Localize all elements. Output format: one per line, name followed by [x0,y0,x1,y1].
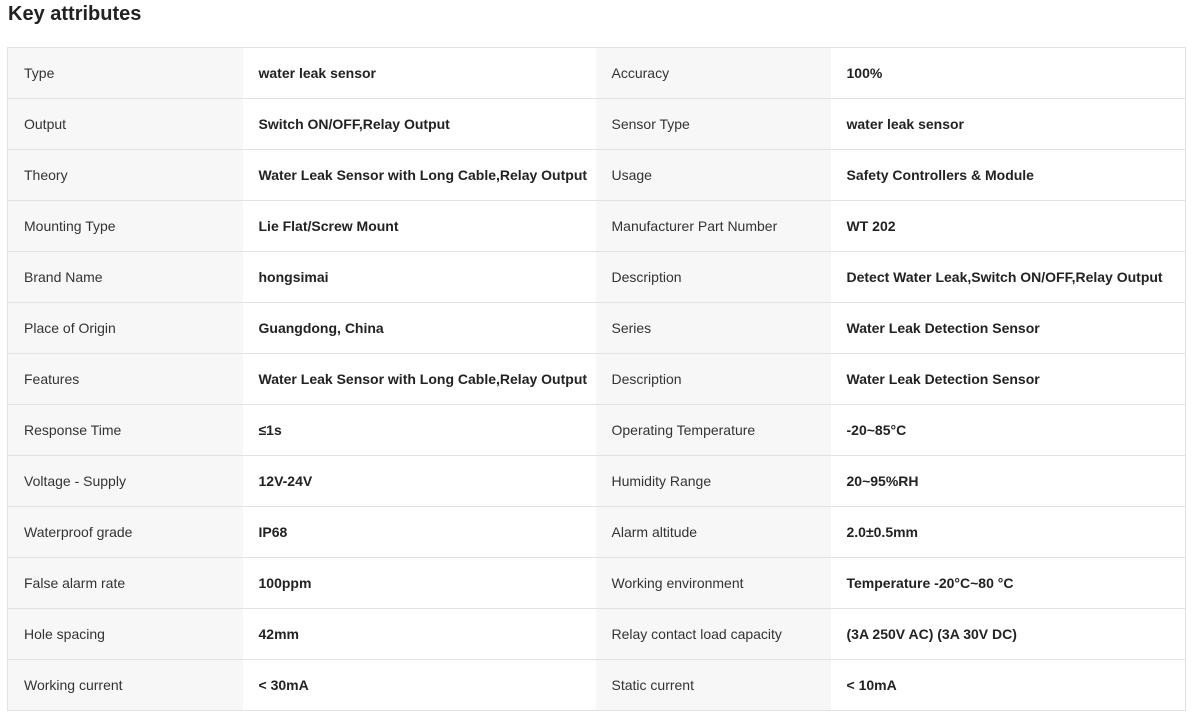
attribute-value: 100ppm [242,557,596,609]
table-row: Voltage - Supply 12V-24V Humidity Range … [7,455,1186,507]
attribute-name: Output [7,98,243,150]
attribute-name: Humidity Range [595,455,831,507]
attribute-name: Features [7,353,243,405]
attribute-value: 12V-24V [242,455,596,507]
attribute-name: Static current [595,659,831,711]
attribute-value: < 10mA [830,659,1186,711]
attribute-value: Water Leak Sensor with Long Cable,Relay … [242,353,596,405]
attribute-value: Guangdong, China [242,302,596,354]
attribute-name: Waterproof grade [7,506,243,558]
attribute-name: Mounting Type [7,200,243,252]
attribute-name: Relay contact load capacity [595,608,831,660]
attribute-name: Type [7,47,243,99]
attribute-name: Sensor Type [595,98,831,150]
table-row: Hole spacing 42mm Relay contact load cap… [7,608,1186,660]
attribute-value: WT 202 [830,200,1186,252]
attribute-name: Theory [7,149,243,201]
attribute-value: hongsimai [242,251,596,303]
attribute-name: Manufacturer Part Number [595,200,831,252]
table-row: Place of Origin Guangdong, China Series … [7,302,1186,354]
attribute-name: Working environment [595,557,831,609]
attribute-value: Switch ON/OFF,Relay Output [242,98,596,150]
attribute-name: False alarm rate [7,557,243,609]
table-row: Features Water Leak Sensor with Long Cab… [7,353,1186,405]
table-row: Output Switch ON/OFF,Relay Output Sensor… [7,98,1186,150]
attribute-value: 2.0±0.5mm [830,506,1186,558]
attribute-value: Temperature -20°C~80 °C [830,557,1186,609]
attribute-name: Operating Temperature [595,404,831,456]
attribute-value: < 30mA [242,659,596,711]
table-row: Type water leak sensor Accuracy 100% [7,47,1186,99]
table-row: Working current < 30mA Static current < … [7,659,1186,711]
table-row: Brand Name hongsimai Description Detect … [7,251,1186,303]
attribute-name: Description [595,353,831,405]
section-title: Key attributes [8,3,142,25]
attribute-name: Series [595,302,831,354]
key-attributes-section: Key attributes Type water leak sensor Ac… [0,0,1193,713]
attribute-value: IP68 [242,506,596,558]
attribute-name: Voltage - Supply [7,455,243,507]
table-row: Theory Water Leak Sensor with Long Cable… [7,149,1186,201]
attributes-table: Type water leak sensor Accuracy 100% Out… [7,47,1186,711]
attribute-value: 20~95%RH [830,455,1186,507]
table-row: False alarm rate 100ppm Working environm… [7,557,1186,609]
table-row: Response Time ≤1s Operating Temperature … [7,404,1186,456]
attribute-name: Brand Name [7,251,243,303]
attribute-value: ≤1s [242,404,596,456]
attribute-name: Description [595,251,831,303]
attribute-value: Lie Flat/Screw Mount [242,200,596,252]
attribute-value: 100% [830,47,1186,99]
attribute-name: Accuracy [595,47,831,99]
attribute-name: Usage [595,149,831,201]
attribute-value: water leak sensor [830,98,1186,150]
attribute-value: Water Leak Detection Sensor [830,353,1186,405]
attribute-name: Place of Origin [7,302,243,354]
attribute-value: -20~85°C [830,404,1186,456]
attribute-value: 42mm [242,608,596,660]
table-row: Waterproof grade IP68 Alarm altitude 2.0… [7,506,1186,558]
attribute-value: (3A 250V AC) (3A 30V DC) [830,608,1186,660]
attribute-value: Safety Controllers & Module [830,149,1186,201]
attribute-name: Working current [7,659,243,711]
attribute-value: Water Leak Sensor with Long Cable,Relay … [242,149,596,201]
attribute-value: Detect Water Leak,Switch ON/OFF,Relay Ou… [830,251,1186,303]
attribute-name: Hole spacing [7,608,243,660]
attribute-value: Water Leak Detection Sensor [830,302,1186,354]
attribute-name: Response Time [7,404,243,456]
attribute-name: Alarm altitude [595,506,831,558]
table-row: Mounting Type Lie Flat/Screw Mount Manuf… [7,200,1186,252]
attribute-value: water leak sensor [242,47,596,99]
